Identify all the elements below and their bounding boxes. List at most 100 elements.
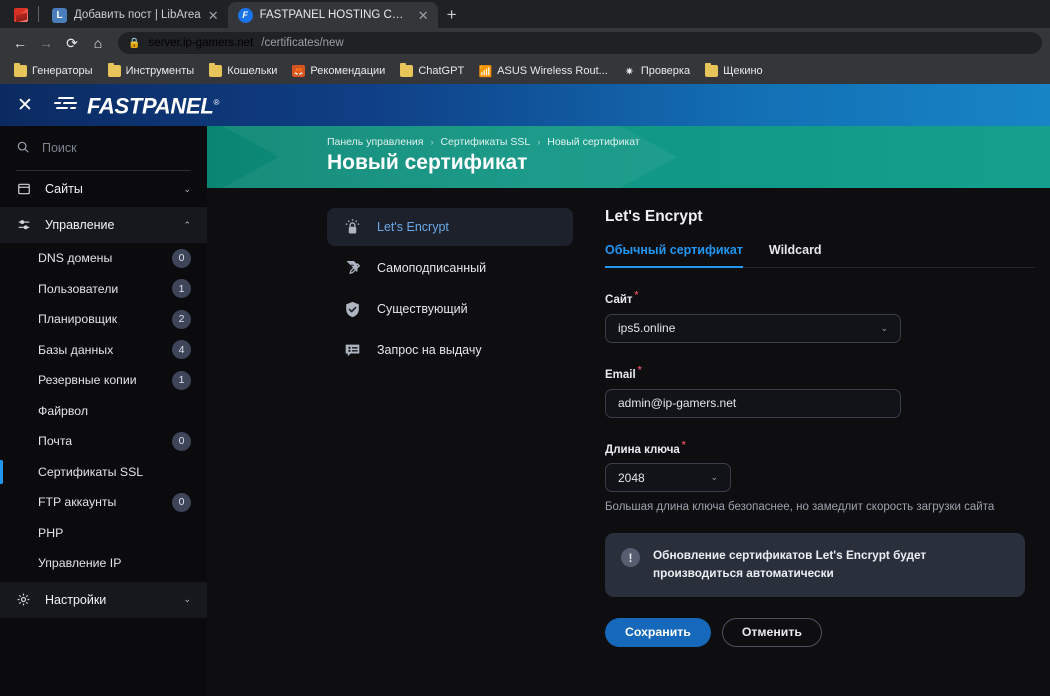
breadcrumb-separator: › <box>537 137 541 147</box>
sidebar-item-users[interactable]: Пользователи 1 <box>0 274 207 305</box>
address-bar-host: server.ip-gamers.net <box>148 37 254 49</box>
status-badge: 0 <box>172 492 191 512</box>
menu-close-icon[interactable]: ✕ <box>12 96 38 115</box>
status-badge: 1 <box>172 279 191 299</box>
folder-icon <box>14 63 27 77</box>
certificate-type-list: Let's Encrypt Самоподписанный Существующ… <box>327 208 573 696</box>
close-icon[interactable]: ✕ <box>418 9 429 22</box>
chevron-down-icon: ⌄ <box>880 322 888 333</box>
sidebar-item-label: Пользователи <box>38 281 119 296</box>
bookmark-label: ChatGPT <box>418 65 465 77</box>
chrome-logo-icon <box>10 5 32 25</box>
status-badge: 4 <box>172 340 191 360</box>
main-content: Панель управления › Сертификаты SSL › Но… <box>207 126 1050 696</box>
sidebar-item-php[interactable]: PHP <box>0 518 207 549</box>
field-label: Сайт * <box>605 290 639 306</box>
info-icon: ! <box>621 548 640 568</box>
sidebar-group-sites[interactable]: Сайты ⌄ <box>0 171 207 207</box>
tab-regular-certificate[interactable]: Обычный сертификат <box>605 243 743 268</box>
breadcrumb-item-ssl-certificates[interactable]: Сертификаты SSL <box>440 136 530 148</box>
sidebar-item-label: DNS домены <box>38 251 113 266</box>
key-length-select[interactable]: 2048 ⌄ <box>605 463 731 493</box>
fastpanel-mark-icon <box>53 95 80 113</box>
cert-type-request[interactable]: Запрос на выдачу <box>327 331 573 369</box>
bookmark-label: Щекино <box>723 65 763 77</box>
sidebar-item-dns-domains[interactable]: DNS домены 0 <box>0 243 207 274</box>
folder-icon <box>209 63 223 77</box>
sidebar-item-ip-management[interactable]: Управление IP <box>0 548 207 579</box>
browser-tabstrip: L Добавить пост | LibArea ✕ F FASTPANEL … <box>0 0 1050 28</box>
save-button[interactable]: Сохранить <box>605 617 711 647</box>
bookmark-label: ASUS Wireless Rout... <box>497 65 608 77</box>
home-icon[interactable]: ⌂ <box>86 31 110 55</box>
address-bar[interactable]: 🔒 server.ip-gamers.net /certificates/new <box>118 32 1042 54</box>
sidebar-group-label: Настройки <box>45 592 107 607</box>
sidebar-item-databases[interactable]: Базы данных 4 <box>0 335 207 366</box>
folder-icon <box>400 63 414 77</box>
sidebar-item-mail[interactable]: Почта 0 <box>0 426 207 457</box>
search-input[interactable] <box>42 141 203 155</box>
sidebar-group-management[interactable]: Управление ⌃ <box>0 207 207 243</box>
fastpanel-icon: F <box>237 7 253 23</box>
form-title: Let's Encrypt <box>605 208 703 225</box>
bookmark-rekomendacii[interactable]: 🦊 Рекомендации <box>286 63 391 79</box>
sidebar-group-label: Управление <box>45 218 115 232</box>
bookmark-chatgpt[interactable]: ChatGPT <box>394 63 470 79</box>
required-mark: * <box>681 439 686 451</box>
sidebar-item-label: Резервные копии <box>38 373 137 388</box>
fastpanel-logo[interactable]: FASTPANEL® <box>53 92 220 119</box>
cert-type-self-signed[interactable]: Самоподписанный <box>327 249 573 287</box>
reload-icon[interactable]: ⟳ <box>60 31 84 55</box>
sliders-icon <box>16 218 31 232</box>
bookmark-proverka[interactable]: ✷ Проверка <box>617 63 696 79</box>
brand-name: FASTPANEL <box>87 93 214 119</box>
bookmark-koshelki[interactable]: Кошельки <box>203 63 283 79</box>
registered-mark: ® <box>213 98 220 108</box>
browser-tab-fastpanel[interactable]: F FASTPANEL HOSTING CONTROL ✕ <box>227 2 438 28</box>
chevron-down-icon: ⌄ <box>183 183 191 194</box>
status-badge: 1 <box>172 370 191 390</box>
info-notice: ! Обновление сертификатов Let's Encrypt … <box>605 533 1025 597</box>
field-site: Сайт * ips5.online ⌄ <box>605 290 1035 343</box>
tab-separator <box>38 6 39 22</box>
email-field[interactable]: admin@ip-gamers.net <box>605 388 901 418</box>
sidebar-item-ftp-accounts[interactable]: FTP аккаунты 0 <box>0 487 207 518</box>
app-header: ✕ FASTPANEL® <box>0 84 1050 126</box>
site-select[interactable]: ips5.online ⌄ <box>605 313 901 343</box>
email-field-value: admin@ip-gamers.net <box>618 396 737 411</box>
sidebar-item-backups[interactable]: Резервные копии 1 <box>0 365 207 396</box>
bookmark-shekino[interactable]: Щекино <box>699 63 769 79</box>
back-icon[interactable]: ← <box>8 31 32 55</box>
bookmark-instrumenty[interactable]: Инструменты <box>102 63 201 79</box>
browser-tab-libarea[interactable]: L Добавить пост | LibArea ✕ <box>42 2 228 28</box>
sidebar-item-scheduler[interactable]: Планировщик 2 <box>0 304 207 335</box>
cancel-button[interactable]: Отменить <box>721 617 822 647</box>
chevron-down-icon: ⌄ <box>710 472 718 483</box>
cert-type-existing[interactable]: Существующий <box>327 290 573 328</box>
forward-icon[interactable]: → <box>34 31 58 55</box>
chevron-down-icon: ⌄ <box>183 594 191 604</box>
close-icon[interactable]: ✕ <box>208 9 219 22</box>
bookmark-label: Кошельки <box>227 65 278 77</box>
fastpanel-app: ✕ FASTPANEL® Поиск Сайты ⌄ Управление ⌃ … <box>0 84 1050 696</box>
bookmark-asus-router[interactable]: 📶 ASUS Wireless Rout... <box>473 63 614 79</box>
sidebar-item-ssl-certificates[interactable]: Сертификаты SSL <box>0 457 207 488</box>
sidebar-search[interactable] <box>0 126 207 170</box>
tab-wildcard[interactable]: Wildcard <box>769 243 822 267</box>
sidebar-item-label: Базы данных <box>38 342 114 357</box>
page-title: Новый сертификат <box>327 151 528 174</box>
sidebar-item-firewall[interactable]: Файрвол <box>0 396 207 427</box>
sidebar-item-label: PHP <box>38 525 64 540</box>
site-select-value: ips5.online <box>618 321 676 336</box>
sidebar-group-settings[interactable]: Настройки ⌄ <box>0 581 207 618</box>
key-length-value: 2048 <box>618 470 645 485</box>
folder-icon <box>705 63 719 77</box>
breadcrumb-item-dashboard[interactable]: Панель управления <box>327 136 423 148</box>
field-key-length: Длина ключа * 2048 ⌄ Большая длина ключа … <box>605 439 1035 513</box>
bookmark-generatory[interactable]: Генераторы <box>8 63 99 79</box>
new-tab-button[interactable]: + <box>438 6 466 28</box>
sidebar-item-label: Файрвол <box>38 403 89 418</box>
browser-tab-title: Добавить пост | LibArea <box>74 9 201 21</box>
page-content: Let's Encrypt Самоподписанный Существующ… <box>207 188 1050 696</box>
cert-type-lets-encrypt[interactable]: Let's Encrypt <box>327 208 573 246</box>
